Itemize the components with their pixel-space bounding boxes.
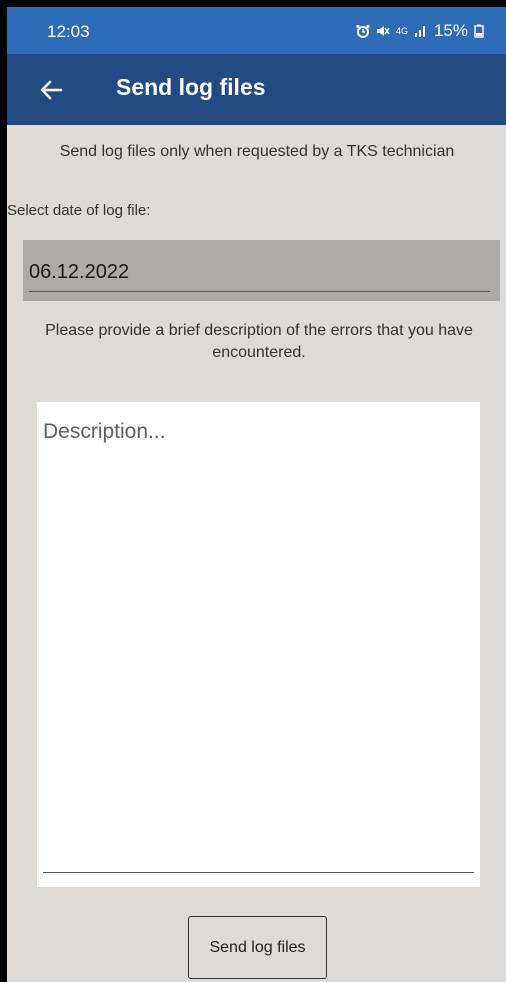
status-icons: 4G 15% [356,21,484,41]
mute-icon [376,24,390,38]
network-type-label: 4G [395,25,408,36]
notice-text: Send log files only when requested by a … [59,143,455,160]
description-box [37,402,480,887]
arrow-left-icon[interactable] [37,76,65,104]
date-field-underline [29,291,490,292]
network-type-icon: 4G [395,25,408,36]
page-title: Send log files [116,74,266,100]
date-picker-field[interactable]: 06.12.2022 [23,240,500,301]
battery-charging-icon [474,24,484,38]
signal-icon [414,24,428,38]
description-label: Please provide a brief description of th… [45,322,473,361]
description-underline [43,872,474,873]
send-log-files-button[interactable]: Send log files [188,916,327,979]
status-time: 12:03 [47,22,90,41]
status-bar: 12:03 4G 15% [7,7,506,54]
description-input[interactable] [37,402,480,872]
date-label: Select date of log file: [7,202,151,219]
alarm-icon [356,24,370,38]
battery-percent: 15% [433,21,468,40]
app-bar: Send log files [7,54,506,125]
app-screen: 12:03 4G 15% Send log files Send log fil… [7,7,506,982]
date-value: 06.12.2022 [29,261,130,283]
